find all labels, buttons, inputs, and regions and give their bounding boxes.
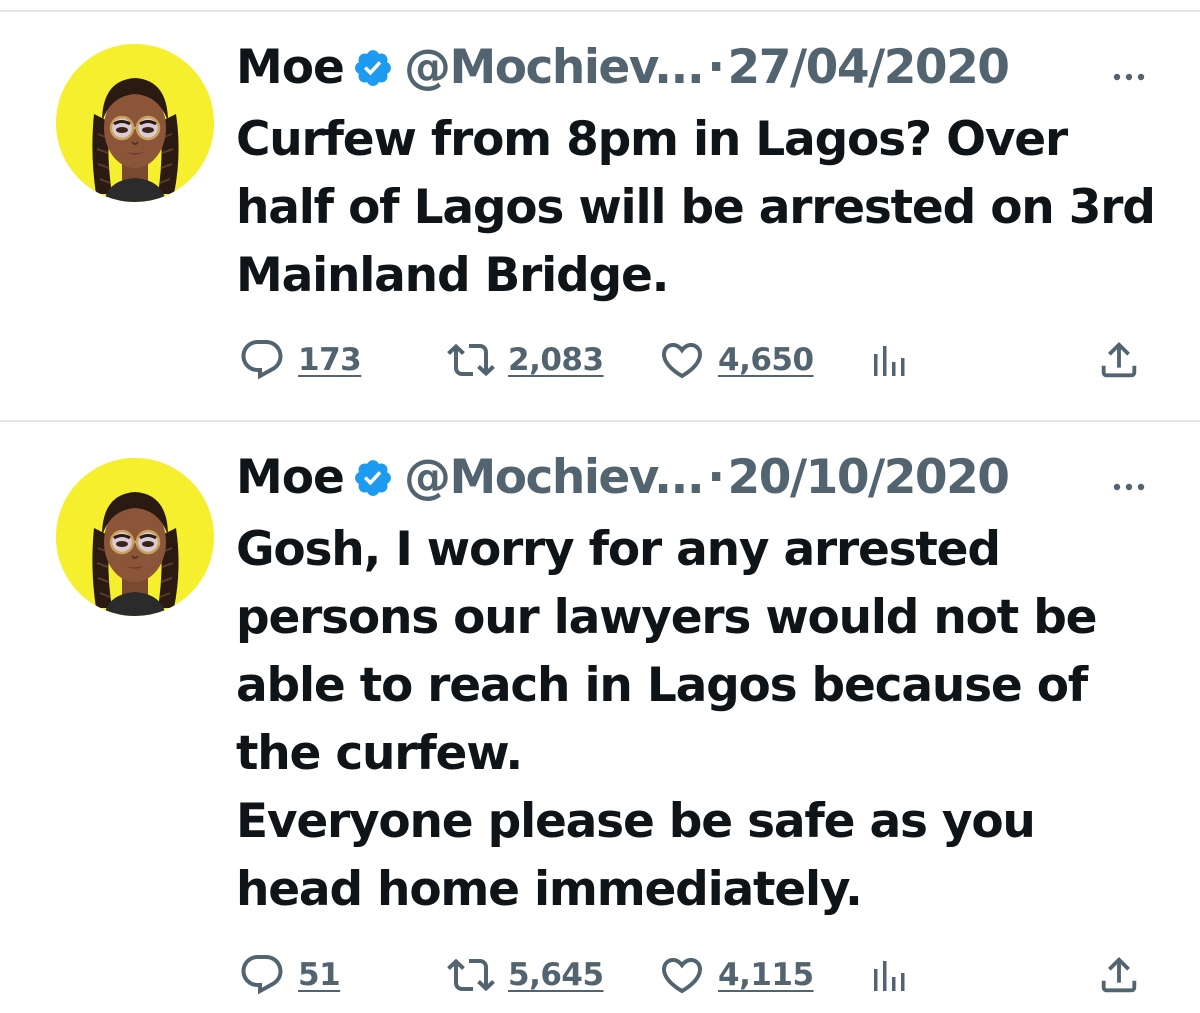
views-icon bbox=[874, 346, 905, 376]
tweet-text: Gosh, I worry for any arrested persons o… bbox=[236, 516, 1166, 924]
reply-count[interactable]: 173 bbox=[298, 342, 362, 378]
reply-icon bbox=[241, 955, 283, 995]
tweet-date[interactable]: 20/10/2020 bbox=[728, 448, 1010, 508]
like-count[interactable]: 4,650 bbox=[718, 342, 814, 378]
retweet-icon bbox=[447, 958, 495, 992]
tweet-text-line: able to reach in Lagos because of bbox=[236, 658, 1088, 713]
tweet-header: Moe @Mochiev... · 27/04/2020 bbox=[236, 38, 1150, 98]
more-options-icon[interactable] bbox=[1108, 460, 1150, 496]
reply-icon bbox=[241, 340, 283, 380]
tweet-text: Curfew from 8pm in Lagos? Over half of L… bbox=[236, 106, 1166, 310]
tweet-text-line: head home immediately. bbox=[236, 862, 863, 917]
tweet-text-line: persons our lawyers would not be bbox=[236, 590, 1098, 645]
retweet-count[interactable]: 2,083 bbox=[508, 342, 604, 378]
share-button[interactable] bbox=[1096, 335, 1142, 385]
retweet-button[interactable]: 5,645 bbox=[446, 950, 604, 1000]
tweet-text-line: Curfew from 8pm in Lagos? Over bbox=[236, 112, 1068, 167]
heart-icon bbox=[661, 958, 703, 994]
share-icon bbox=[1101, 341, 1137, 378]
heart-icon bbox=[661, 343, 703, 379]
reply-button[interactable]: 173 bbox=[238, 335, 362, 385]
reply-count[interactable]: 51 bbox=[298, 957, 341, 993]
like-count[interactable]: 4,115 bbox=[718, 957, 814, 993]
tweet-date[interactable]: 27/04/2020 bbox=[728, 38, 1010, 98]
reply-button[interactable]: 51 bbox=[238, 950, 341, 1000]
author-name[interactable]: Moe bbox=[236, 448, 345, 508]
retweet-count[interactable]: 5,645 bbox=[508, 957, 604, 993]
author-handle[interactable]: @Mochiev... bbox=[404, 448, 705, 508]
tweet[interactable]: Moe @Mochiev... · 20/10/2020 Gosh, I wor… bbox=[0, 422, 1200, 1013]
share-button[interactable] bbox=[1096, 950, 1142, 1000]
separator-dot: · bbox=[707, 450, 725, 505]
tweet-actions: 51 5,645 4,115 bbox=[0, 950, 1200, 1000]
tweet[interactable]: Moe @Mochiev... · 27/04/2020 Curfew from… bbox=[0, 0, 1200, 420]
views-button[interactable] bbox=[868, 950, 910, 1000]
tweet-text-line: half of Lagos will be arrested on 3rd bbox=[236, 180, 1156, 235]
like-button[interactable]: 4,115 bbox=[658, 950, 814, 1000]
like-button[interactable]: 4,650 bbox=[658, 335, 814, 385]
author-handle[interactable]: @Mochiev... bbox=[404, 38, 705, 98]
verified-badge-icon bbox=[352, 457, 394, 499]
avatar[interactable] bbox=[56, 44, 214, 202]
retweet-icon bbox=[447, 343, 495, 377]
author-name[interactable]: Moe bbox=[236, 38, 345, 98]
retweet-button[interactable]: 2,083 bbox=[446, 335, 604, 385]
tweet-actions: 173 2,083 4,650 bbox=[0, 335, 1200, 385]
separator-dot: · bbox=[707, 40, 725, 95]
more-options-icon[interactable] bbox=[1108, 50, 1150, 86]
tweet-text-line: Gosh, I worry for any arrested bbox=[236, 522, 1001, 577]
tweet-text-line: Mainland Bridge. bbox=[236, 248, 669, 303]
views-button[interactable] bbox=[868, 335, 910, 385]
avatar[interactable] bbox=[56, 458, 214, 616]
tweet-text-line: the curfew. bbox=[236, 726, 523, 781]
share-icon bbox=[1101, 956, 1137, 993]
tweet-header: Moe @Mochiev... · 20/10/2020 bbox=[236, 448, 1150, 508]
views-icon bbox=[874, 961, 905, 991]
tweet-text-line: Everyone please be safe as you bbox=[236, 794, 1036, 849]
verified-badge-icon bbox=[352, 47, 394, 89]
